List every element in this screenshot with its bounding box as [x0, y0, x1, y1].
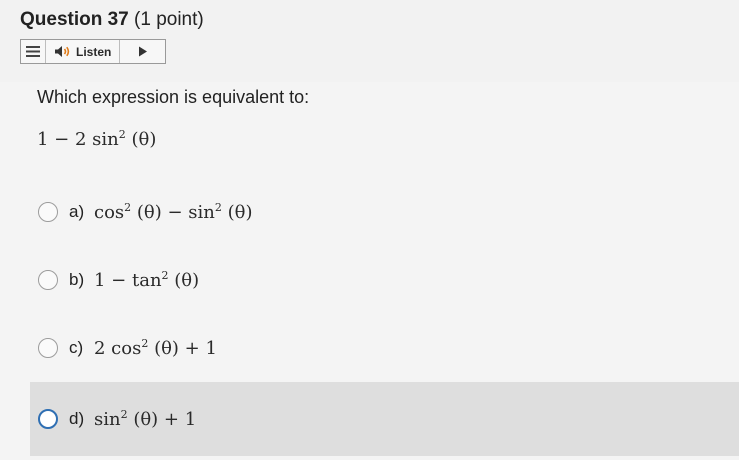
- question-prompt: Which expression is equivalent to:: [37, 87, 310, 107]
- expr-part: 1 − tan: [94, 270, 162, 291]
- option-expression: 2 cos2 (θ) + 1: [94, 337, 217, 359]
- option-expression: cos2 (θ) − sin2 (θ): [94, 201, 252, 223]
- expression-part: 1 − 2 sin: [37, 129, 119, 150]
- expr-part: (θ) + 1: [148, 338, 217, 359]
- question-title: Question 37 (1 point): [20, 9, 204, 31]
- expr-part: 2 cos: [94, 338, 142, 359]
- expression-part: (θ): [125, 129, 157, 150]
- expr-part: (θ) + 1: [127, 409, 197, 430]
- expr-part: (θ): [221, 202, 253, 223]
- speaker-icon: [55, 46, 70, 57]
- answer-option-a[interactable]: a) cos2 (θ) − sin2 (θ): [0, 182, 739, 242]
- expr-part: cos: [94, 202, 125, 223]
- listen-label: Listen: [76, 44, 112, 59]
- expr-part: (θ): [168, 270, 200, 291]
- expr-exponent: 2: [120, 408, 128, 421]
- play-button[interactable]: [120, 40, 165, 63]
- question-header: Question 37 (1 point) Listen: [0, 0, 739, 82]
- question-number: Question 37: [20, 9, 129, 30]
- answer-option-d[interactable]: d) sin2 (θ) + 1: [30, 382, 739, 456]
- menu-button[interactable]: [21, 40, 46, 63]
- hamburger-menu-icon: [26, 46, 40, 57]
- option-letter: a): [69, 202, 85, 221]
- radio-button-a[interactable]: [38, 202, 58, 222]
- expression-exponent: 2: [118, 128, 126, 141]
- radio-button-b[interactable]: [38, 270, 58, 290]
- option-letter: d): [69, 409, 85, 428]
- expr-part: sin: [94, 409, 121, 430]
- option-expression: sin2 (θ) + 1: [94, 408, 196, 430]
- play-icon: [138, 46, 147, 57]
- answer-option-c[interactable]: c) 2 cos2 (θ) + 1: [0, 318, 739, 378]
- listen-toolbar: Listen: [20, 39, 166, 64]
- question-body: Which expression is equivalent to: 1 − 2…: [0, 82, 739, 460]
- question-points: (1 point): [128, 9, 204, 30]
- expr-exponent: 2: [161, 269, 169, 282]
- radio-button-c[interactable]: [38, 338, 58, 358]
- listen-button[interactable]: Listen: [46, 40, 121, 63]
- answer-option-b[interactable]: b) 1 − tan2 (θ): [0, 250, 739, 310]
- expr-exponent: 2: [214, 201, 222, 214]
- radio-button-d[interactable]: [38, 409, 58, 429]
- option-letter: b): [69, 270, 85, 289]
- expr-part: (θ) − sin: [131, 202, 215, 223]
- option-letter: c): [69, 338, 84, 357]
- option-expression: 1 − tan2 (θ): [94, 269, 199, 291]
- question-expression: 1 − 2 sin2 (θ): [37, 128, 156, 150]
